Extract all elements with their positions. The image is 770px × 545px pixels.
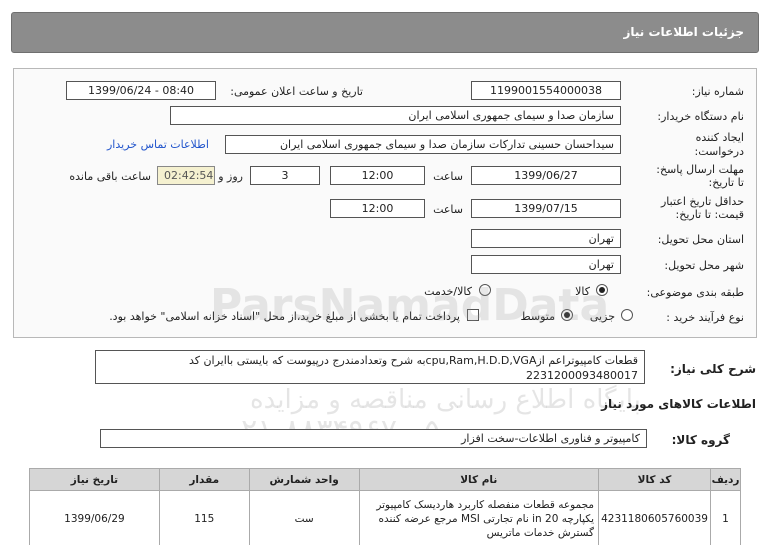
buyer-org-field: سازمان صدا و سیمای جمهوری اسلامی ایران (170, 106, 621, 125)
category-label: طبقه بندی موضوعی: (646, 286, 744, 299)
announce-field: 1399/06/24 - 08:40 (66, 81, 216, 100)
watermark-brand: ParsNamadData (210, 280, 610, 331)
goods-group-field: کامپیوتر و فناوری اطلاعات-سخت افزار (100, 429, 647, 448)
goods-table-wrapper: ردیف کد کالا نام کالا واحد شمارش مقدار ت… (29, 468, 741, 545)
city-label: شهر محل تحویل: (664, 259, 744, 272)
need-number-label: شماره نیاز: (691, 85, 744, 98)
creator-field: سیداحسان حسینی تدارکات سازمان صدا و سیما… (225, 135, 621, 154)
remaining-label: ساعت باقی مانده (69, 170, 151, 183)
table-header-row: ردیف کد کالا نام کالا واحد شمارش مقدار ت… (29, 468, 741, 491)
buyer-org-label: نام دستگاه خریدار: (657, 110, 744, 123)
col-unit: واحد شمارش (248, 468, 360, 491)
process-partial-radio[interactable] (621, 309, 633, 321)
reply-deadline-label-2: تا تاریخ: (708, 176, 744, 189)
watermark-line: پایگاه اطلاع رسانی مناقصه و مزایده (250, 385, 641, 415)
city-field: تهران (471, 255, 621, 274)
validity-date-field: 1399/07/15 (471, 199, 621, 218)
province-label: استان محل تحویل: (657, 233, 744, 246)
cell-code: 4231180605760039 (598, 490, 712, 545)
page-title: جزئیات اطلاعات نیاز (623, 25, 744, 39)
validity-label-2: قیمت: تا تاریخ: (675, 208, 744, 221)
goods-table: ردیف کد کالا نام کالا واحد شمارش مقدار ت… (29, 468, 741, 545)
remaining-timer: 02:42:54 (157, 166, 215, 185)
cell-date: 1399/06/29 (29, 490, 160, 545)
process-label: نوع فرآیند خرید : (666, 311, 744, 324)
goods-section-title: اطلاعات کالاهای مورد نیاز (601, 397, 756, 411)
table-row: 1 4231180605760039 مجموعه قطعات منفصله ک… (29, 490, 741, 545)
province-field: تهران (471, 229, 621, 248)
cell-row: 1 (710, 490, 741, 545)
days-label: روز و (218, 170, 243, 183)
validity-time-label: ساعت (433, 203, 463, 216)
description-field: قطعات کامپیوتراعم ازcpu,Ram,H.D.D,VGAبه … (95, 350, 645, 384)
col-date: تاریخ نیاز (29, 468, 160, 491)
goods-group-label: گروه کالا: (671, 433, 730, 447)
cell-qty: 115 (158, 490, 250, 545)
creator-label-2: درخواست: (694, 145, 744, 158)
col-name: نام کالا (358, 468, 600, 491)
page-header: جزئیات اطلاعات نیاز (11, 12, 759, 53)
validity-time-field: 12:00 (330, 199, 425, 218)
buyer-contact-link[interactable]: اطلاعات تماس خریدار (107, 138, 209, 151)
reply-time-label: ساعت (433, 170, 463, 183)
days-field: 3 (250, 166, 320, 185)
reply-time-field: 12:00 (330, 166, 425, 185)
validity-label: حداقل تاریخ اعتبار (660, 195, 744, 208)
description-label: شرح کلی نیاز: (670, 362, 756, 376)
need-number-field: 1199001554000038 (471, 81, 621, 100)
creator-label: ایجاد کننده (695, 131, 744, 144)
announce-label: تاریخ و ساعت اعلان عمومی: (230, 85, 363, 98)
reply-date-field: 1399/06/27 (471, 166, 621, 185)
cell-name: مجموعه قطعات منفصله کاربرد هاردیسک کامپی… (358, 490, 600, 545)
col-code: کد کالا (598, 468, 712, 491)
col-row: ردیف (710, 468, 741, 491)
reply-deadline-label: مهلت ارسال پاسخ: (656, 163, 744, 176)
cell-unit: ست (248, 490, 360, 545)
col-qty: مقدار (158, 468, 250, 491)
